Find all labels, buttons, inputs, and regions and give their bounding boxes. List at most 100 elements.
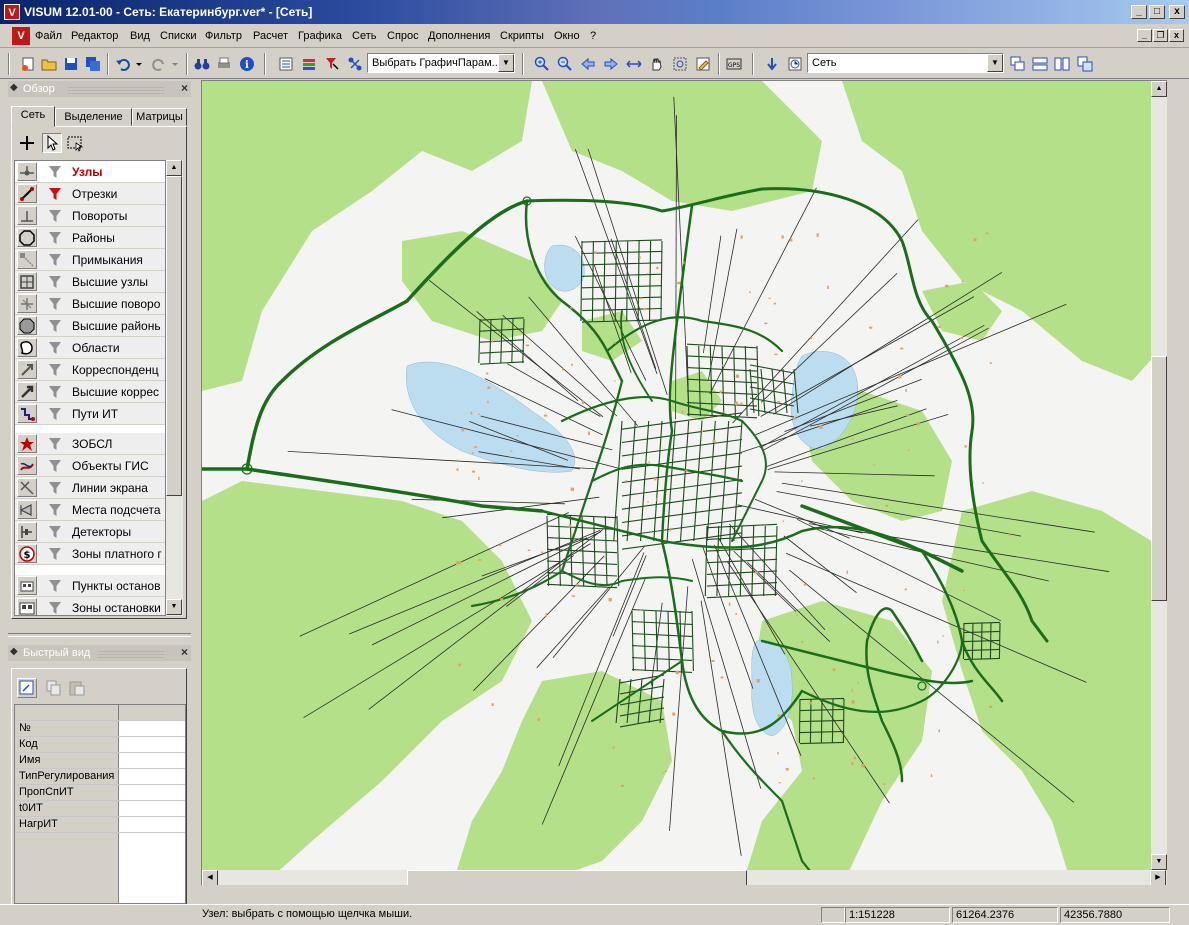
pin-icon[interactable]: ◆ (10, 82, 18, 93)
network-tools-icon[interactable] (345, 54, 365, 74)
graphic-params-combo[interactable]: Выбрать ГрафичПарам... ▼ (367, 53, 515, 73)
maximize-button[interactable]: □ (1149, 5, 1165, 19)
select-arrow-icon[interactable] (42, 133, 62, 153)
menu-window[interactable]: Окно (554, 30, 580, 42)
filter-active-icon[interactable] (48, 187, 62, 204)
layer-row-connectors[interactable]: Примыкания (15, 249, 165, 271)
rectangle-select-icon[interactable] (65, 133, 85, 153)
undo-icon[interactable] (113, 54, 133, 74)
filter-icon[interactable] (48, 341, 62, 358)
quick-view-row[interactable]: ТипРегулирования (15, 769, 185, 785)
tab-matrices[interactable]: Матрицы (132, 108, 187, 126)
tab-selection[interactable]: Выделение (55, 108, 132, 126)
layer-row-main-nodes[interactable]: Высшие узлы (15, 271, 165, 293)
filter-icon[interactable] (48, 385, 62, 402)
open-folder-icon[interactable] (39, 54, 59, 74)
layer-row-od-pairs[interactable]: Корреспонденц (15, 359, 165, 381)
filter-icon[interactable] (48, 503, 62, 520)
menu-help[interactable]: ? (590, 30, 596, 42)
tile-horizontal-icon[interactable] (1030, 54, 1050, 74)
mdi-minimize-button[interactable]: _ (1137, 29, 1152, 42)
layer-row-screenlines[interactable]: Линии экрана (15, 477, 165, 499)
document-icon[interactable]: V (12, 27, 30, 45)
menu-graphics[interactable]: Графика (298, 30, 342, 42)
quick-view-row[interactable]: ПропСпИТ (15, 785, 185, 801)
layer-row-detectors[interactable]: Детекторы (15, 521, 165, 543)
menu-view[interactable]: Вид (130, 30, 150, 42)
menu-scripts[interactable]: Скрипты (500, 30, 544, 42)
scroll-up-icon[interactable]: ▲ (166, 160, 182, 176)
list-icon[interactable] (276, 54, 296, 74)
print-icon[interactable] (214, 54, 234, 74)
timeline-icon[interactable] (785, 54, 805, 74)
map-vertical-scrollbar[interactable]: ▲ ▼ (1151, 81, 1167, 871)
layer-row-count-locations[interactable]: Места подсчета (15, 499, 165, 521)
filter-icon[interactable] (48, 601, 62, 615)
menu-addons[interactable]: Дополнения (428, 30, 490, 42)
chevron-down-icon[interactable]: ▼ (498, 54, 514, 72)
quick-view-row[interactable]: № (15, 721, 185, 737)
filter-icon[interactable] (48, 165, 62, 182)
filter-icon[interactable] (48, 407, 62, 424)
scroll-thumb[interactable] (166, 176, 182, 496)
menu-file[interactable]: Файл (35, 30, 62, 42)
menu-network[interactable]: Сеть (352, 30, 376, 42)
graphic-params-icon[interactable] (299, 54, 319, 74)
tile-vertical-icon[interactable] (1052, 54, 1072, 74)
layer-row-gis-objects[interactable]: Объекты ГИС (15, 455, 165, 477)
filter-icon[interactable] (48, 579, 62, 596)
undo-dropdown-icon[interactable] (134, 54, 144, 74)
menu-lists[interactable]: Списки (160, 30, 197, 42)
filter-icon[interactable] (48, 209, 62, 226)
layer-row-main-zones[interactable]: Высшие районь (15, 315, 165, 337)
layer-row-toll-zones[interactable]: $ Зоны платного г (15, 543, 165, 565)
quick-view-row[interactable]: НагрИТ (15, 817, 185, 833)
next-view-icon[interactable] (601, 54, 621, 74)
binoculars-icon[interactable] (192, 54, 212, 74)
minimize-button[interactable]: _ (1131, 5, 1147, 19)
network-map[interactable] (202, 81, 1167, 885)
arrange-icons-icon[interactable] (1075, 54, 1095, 74)
quick-view-row[interactable]: Код (15, 737, 185, 753)
scroll-right-icon[interactable]: ▶ (1150, 870, 1166, 885)
layer-row-main-od-pairs[interactable]: Высшие коррес (15, 381, 165, 403)
scroll-down-icon[interactable]: ▼ (1151, 854, 1167, 870)
paste-icon[interactable] (68, 679, 86, 697)
filter-icon[interactable] (48, 547, 62, 564)
zoom-window-icon[interactable] (670, 54, 690, 74)
zoom-in-icon[interactable] (532, 54, 552, 74)
filter-icon[interactable] (48, 363, 62, 380)
quick-view-row[interactable]: Имя (15, 753, 185, 769)
tab-network[interactable]: Сеть (11, 106, 55, 127)
pan-hand-icon[interactable] (647, 54, 667, 74)
mdi-restore-button[interactable]: ❐ (1153, 29, 1168, 42)
layer-row-turns[interactable]: Повороты (15, 205, 165, 227)
previous-view-icon[interactable] (578, 54, 598, 74)
quick-view-row[interactable]: t0ИТ (15, 801, 185, 817)
info-icon[interactable]: i (237, 54, 257, 74)
layer-list-scrollbar[interactable]: ▲ ▼ (166, 160, 183, 616)
layer-combo[interactable]: Сеть ▼ (807, 53, 1004, 73)
save-all-icon[interactable] (83, 54, 103, 74)
panel-splitter[interactable] (8, 633, 191, 637)
filter-icon[interactable] (48, 459, 62, 476)
save-icon[interactable] (61, 54, 81, 74)
zoom-out-icon[interactable] (555, 54, 575, 74)
select-attributes-icon[interactable] (17, 678, 37, 698)
chevron-down-icon[interactable]: ▼ (987, 54, 1003, 72)
layer-row-paths[interactable]: Пути ИТ (15, 403, 165, 425)
redo-icon[interactable] (149, 54, 169, 74)
filter-icon[interactable] (48, 437, 62, 454)
layer-row-main-turns[interactable]: Высшие поворо (15, 293, 165, 315)
layer-row-stop-areas[interactable]: Зоны остановки (15, 597, 165, 615)
filter-icon[interactable] (48, 253, 62, 270)
filter-icon[interactable] (48, 297, 62, 314)
mdi-close-button[interactable]: x (1169, 29, 1184, 42)
filter-icon[interactable] (48, 275, 62, 292)
layer-row-links[interactable]: Отрезки (15, 183, 165, 205)
gps-icon[interactable]: GPS (724, 54, 744, 74)
filter-icon[interactable] (48, 481, 62, 498)
copy-icon[interactable] (45, 679, 63, 697)
filter-icon[interactable] (48, 319, 62, 336)
layer-row-poi[interactable]: ЗОБСЛ (15, 433, 165, 455)
